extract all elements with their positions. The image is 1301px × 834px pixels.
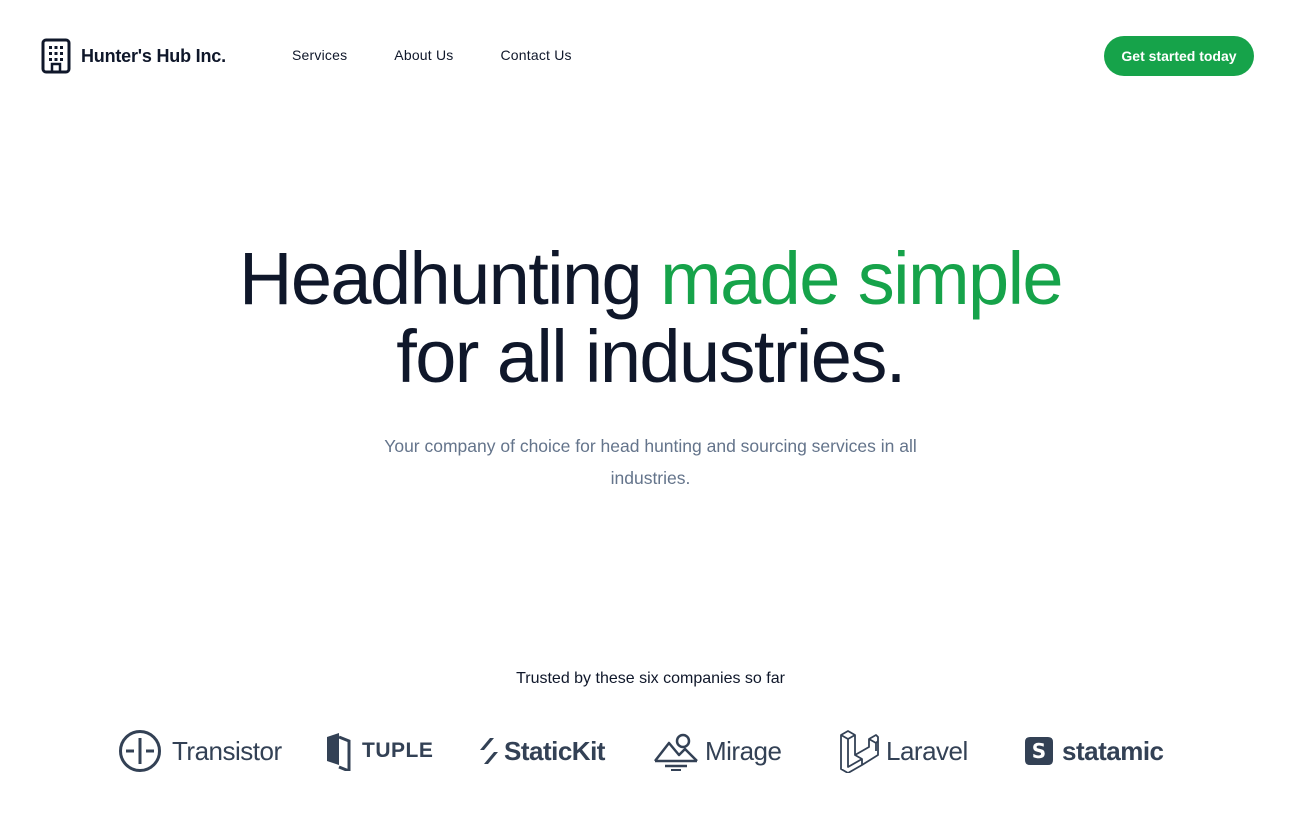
laravel-icon	[840, 730, 879, 773]
hero-subtitle: Your company of choice for head hunting …	[384, 436, 917, 488]
logo-tuple: TUPLE	[324, 726, 433, 776]
mirage-icon	[654, 733, 698, 771]
nav-link-contact-us[interactable]: Contact Us	[488, 45, 583, 65]
brand-home-link[interactable]: Hunter's Hub Inc.	[41, 38, 226, 74]
site-header: Hunter's Hub Inc. Services About Us Cont…	[0, 0, 1301, 112]
main-nav: Services About Us Contact Us	[280, 45, 607, 65]
logo-mirage: Mirage	[653, 726, 782, 776]
brand-name: Hunter's Hub Inc.	[81, 45, 226, 66]
client-logos: Transistor TUPLE StaticKit Mirage Larave…	[0, 726, 1301, 776]
tuple-icon	[327, 733, 351, 771]
get-started-button[interactable]: Get started today	[1104, 36, 1254, 76]
hero-title: Headhunting made simple for all industri…	[0, 240, 1301, 396]
svg-text:S: S	[1032, 739, 1046, 763]
logo-transistor: Transistor	[118, 726, 282, 776]
logo-statickit: StaticKit	[478, 726, 605, 776]
logo-label-mirage: Mirage	[705, 735, 782, 766]
logo-label-laravel: Laravel	[886, 735, 968, 766]
logo-label-tuple: TUPLE	[362, 739, 434, 762]
building-icon	[41, 38, 71, 74]
hero-title-accent: made simple	[660, 237, 1064, 320]
logo-label-statickit: StaticKit	[504, 735, 605, 766]
hero-section: Headhunting made simple for all industri…	[0, 240, 1301, 494]
logo-label-transistor: Transistor	[172, 735, 282, 766]
logo-laravel: Laravel	[838, 726, 968, 776]
hero-title-part2: for all industries.	[396, 315, 906, 398]
statamic-icon: S	[1025, 737, 1053, 765]
transistor-icon	[119, 730, 161, 772]
logo-statamic: S statamic	[1024, 726, 1164, 776]
hero-title-part1: Headhunting	[239, 237, 661, 320]
nav-link-about-us[interactable]: About Us	[382, 45, 465, 65]
trusted-heading: Trusted by these six companies so far	[516, 670, 785, 687]
nav-link-services[interactable]: Services	[280, 45, 359, 65]
logo-label-statamic: statamic	[1062, 735, 1164, 766]
statickit-icon	[480, 738, 498, 764]
